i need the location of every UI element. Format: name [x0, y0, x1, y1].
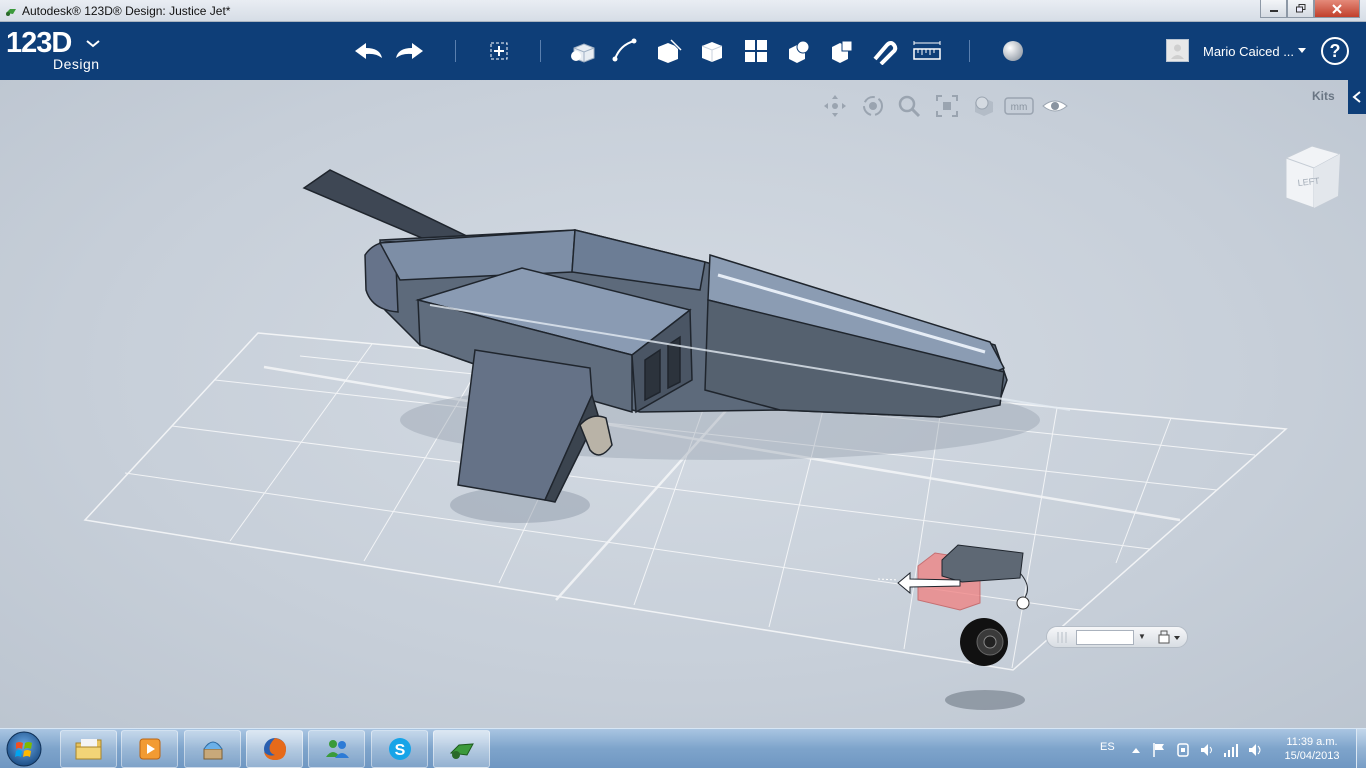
title-bar: Autodesk® 123D® Design: Justice Jet*: [0, 0, 1366, 22]
taskbar: S ES 11:39 a.m. 15/04/2013: [0, 728, 1366, 768]
redo-button[interactable]: [392, 33, 428, 69]
toolbar-separator: [455, 40, 456, 62]
user-avatar[interactable]: [1166, 39, 1189, 62]
clock-date: 15/04/2013: [1284, 750, 1340, 762]
language-indicator[interactable]: ES: [1100, 741, 1115, 753]
logo-sub-text: Design: [53, 56, 100, 72]
pattern-button[interactable]: [738, 33, 774, 69]
tray-expand-button[interactable]: [1128, 742, 1144, 758]
toolbar-separator: [540, 40, 541, 62]
maximize-button[interactable]: [1287, 0, 1314, 18]
volume-icon: [1249, 744, 1261, 756]
logo-main-text: 123D: [6, 27, 72, 59]
group-button[interactable]: [780, 33, 816, 69]
construct-icon: [658, 39, 682, 63]
wheel-shadow: [945, 690, 1025, 710]
undo-button[interactable]: [350, 33, 386, 69]
speaker-icon: [1201, 744, 1212, 756]
taskbar-firefox[interactable]: [246, 730, 303, 768]
taskbar-media-player[interactable]: [121, 730, 178, 768]
tray-device[interactable]: [1175, 742, 1191, 758]
ruler-icon: [913, 41, 941, 60]
redo-icon: [396, 43, 423, 59]
window-title: Autodesk® 123D® Design: Justice Jet*: [22, 4, 231, 18]
network-signal-icon: [1224, 744, 1238, 757]
pattern-icon: [745, 40, 767, 62]
skype-icon: S: [388, 738, 411, 760]
chevron-down-icon: [86, 40, 100, 48]
modify-button[interactable]: [694, 33, 730, 69]
clock-time: 11:39 a.m.: [1286, 736, 1338, 748]
system-clock[interactable]: 11:39 a.m. 15/04/2013: [1276, 735, 1348, 763]
app-icon: [6, 9, 16, 16]
taskbar-app-store[interactable]: [184, 730, 241, 768]
sketch-button[interactable]: [607, 33, 643, 69]
firefox-icon: [263, 738, 286, 760]
group-icon: [789, 40, 810, 63]
tray-volume[interactable]: [1199, 742, 1215, 758]
minimize-icon: [1269, 9, 1278, 12]
toolbar-separator: [969, 40, 970, 62]
messenger-icon: [325, 740, 349, 758]
value-dropdown-icon[interactable]: ▼: [1138, 632, 1146, 641]
transform-button[interactable]: [481, 33, 517, 69]
folder-icon: [75, 739, 101, 760]
3d-viewport[interactable]: mm Kits LEFT ▼: [0, 80, 1366, 728]
close-icon: [1332, 3, 1342, 14]
transform-icon: [490, 42, 508, 60]
primitives-button[interactable]: [565, 33, 601, 69]
media-player-icon: [139, 738, 160, 760]
start-button[interactable]: [4, 730, 44, 768]
grip-icon: [1057, 632, 1067, 643]
snap-button[interactable]: [866, 33, 902, 69]
device-icon: [1177, 743, 1189, 757]
construct-button[interactable]: [651, 33, 687, 69]
combine-button[interactable]: [823, 33, 859, 69]
store-icon: [203, 741, 222, 760]
main-toolbar: 123D Design Mario Caiced ... ?: [0, 22, 1366, 80]
show-desktop-button[interactable]: [1356, 729, 1366, 768]
magnet-icon: [873, 41, 898, 65]
help-button[interactable]: ?: [1321, 37, 1349, 65]
flag-icon: [1153, 743, 1164, 757]
tray-action-center[interactable]: [1151, 742, 1167, 758]
rotate-handle[interactable]: [1016, 596, 1030, 610]
taskbar-123d-design[interactable]: [433, 730, 490, 768]
primitives-icon: [571, 43, 595, 63]
sketch-icon: [612, 38, 637, 62]
dropdown-arrow-icon[interactable]: [1297, 47, 1307, 55]
combine-icon: [832, 40, 853, 63]
material-sphere-icon: [1003, 41, 1023, 61]
undo-icon: [355, 43, 382, 59]
material-button[interactable]: [995, 33, 1031, 69]
taskbar-explorer[interactable]: [60, 730, 117, 768]
selection-mini-toolbar: ▼: [1046, 626, 1188, 648]
restore-icon: [1295, 4, 1305, 13]
value-field[interactable]: [1076, 630, 1134, 645]
modify-icon: [701, 42, 723, 62]
123d-design-icon: [449, 743, 474, 759]
tray-sound[interactable]: [1247, 742, 1263, 758]
user-icon: [1171, 44, 1184, 59]
minimize-button[interactable]: [1260, 0, 1287, 18]
taskbar-messenger[interactable]: [308, 730, 365, 768]
window-controls: [1260, 0, 1360, 18]
close-button[interactable]: [1314, 0, 1360, 18]
user-name[interactable]: Mario Caiced ...: [1203, 44, 1294, 59]
taskbar-skype[interactable]: S: [371, 730, 428, 768]
snap-options-icon[interactable]: [1157, 630, 1183, 645]
tray-network[interactable]: [1223, 742, 1239, 758]
selected-part[interactable]: [877, 544, 1030, 666]
chevron-up-icon: [1132, 748, 1140, 753]
svg-text:S: S: [394, 742, 405, 759]
app-logo[interactable]: 123D Design: [6, 27, 100, 72]
measure-button[interactable]: [909, 33, 945, 69]
